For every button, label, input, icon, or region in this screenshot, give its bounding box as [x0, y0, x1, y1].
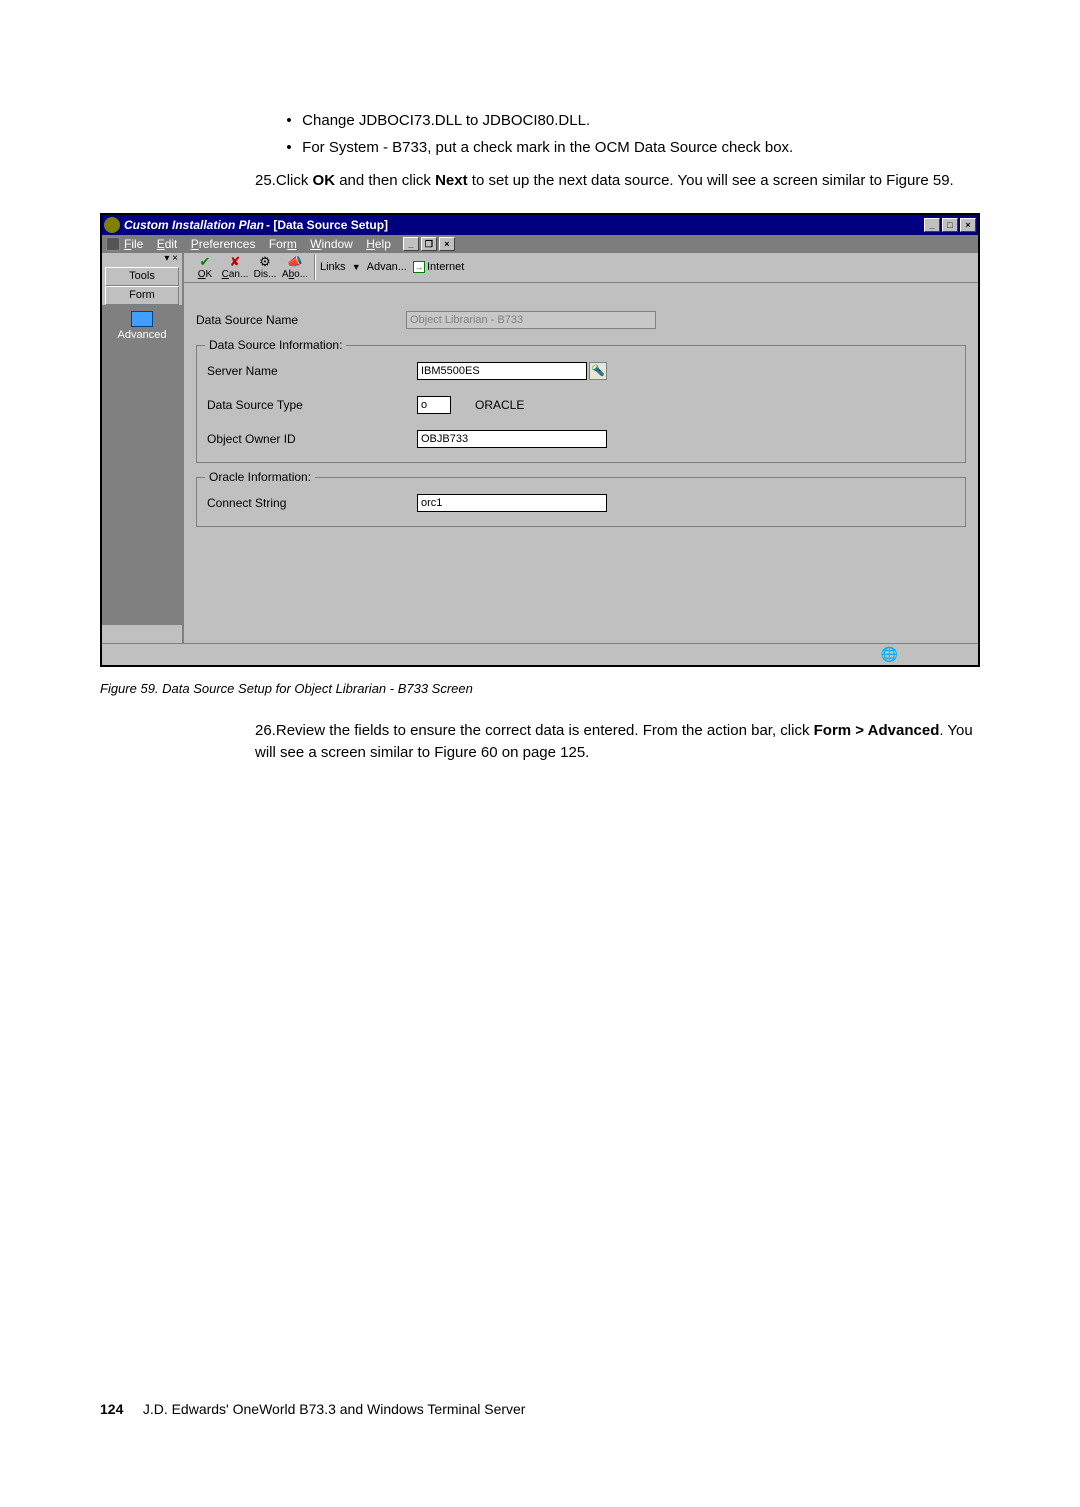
advanced-label[interactable]: Advanced — [102, 329, 182, 341]
status-bar: 🌐 — [102, 643, 978, 665]
connect-string-field[interactable] — [417, 494, 607, 512]
menu-preferences[interactable]: Preferences — [191, 237, 256, 251]
app-icon — [104, 217, 120, 233]
footer-text: J.D. Edwards' OneWorld B73.3 and Windows… — [143, 1401, 526, 1417]
menu-window[interactable]: Window — [310, 237, 353, 251]
menu-bar: File Edit Preferences Form Window Help _… — [102, 235, 978, 253]
close-button[interactable]: × — [960, 218, 976, 232]
data-source-type-name: ORACLE — [475, 398, 524, 412]
data-source-type-label: Data Source Type — [207, 398, 417, 412]
page-footer: 124 J.D. Edwards' OneWorld B73.3 and Win… — [100, 1401, 525, 1417]
page-number: 124 — [100, 1401, 123, 1417]
bullet-text: For System - B733, put a check mark in t… — [302, 139, 793, 156]
menu-edit[interactable]: Edit — [157, 237, 178, 251]
toolbar: ✔ OK ✘ Can... ⚙ Dis... 📣 — [184, 253, 978, 283]
tab-tools[interactable]: Tools — [105, 267, 179, 286]
toolbar-display[interactable]: ⚙ Dis... — [250, 255, 280, 280]
toolbar-about[interactable]: 📣 Abo... — [280, 255, 310, 280]
bullet-list: • Change JDBOCI73.DLL to JDBOCI80.DLL. •… — [280, 110, 980, 158]
step-number: 26. — [255, 722, 276, 739]
mdi-close-button[interactable]: × — [439, 237, 455, 251]
window-title-plain: - [Data Source Setup] — [266, 218, 388, 232]
figure-caption: Figure 59. Data Source Setup for Object … — [100, 681, 980, 696]
menu-form[interactable]: Form — [269, 237, 297, 251]
bullet-text: Change JDBOCI73.DLL to JDBOCI80.DLL. — [302, 112, 590, 129]
step-26: 26.Review the fields to ensure the corre… — [255, 720, 980, 765]
globe-icon: 🌐 — [881, 646, 898, 663]
menu-file[interactable]: File — [124, 237, 143, 251]
bullet-item: • For System - B733, put a check mark in… — [280, 137, 980, 158]
connect-string-label: Connect String — [207, 496, 417, 510]
minimize-button[interactable]: _ — [924, 218, 940, 232]
dsn-label: Data Source Name — [196, 313, 406, 327]
maximize-button[interactable]: □ — [942, 218, 958, 232]
data-source-type-code-field[interactable] — [417, 396, 451, 414]
next-label: Next — [435, 172, 468, 189]
step-number: 25. — [255, 172, 276, 189]
toolbar-divider — [314, 254, 316, 280]
server-name-field[interactable] — [417, 362, 587, 380]
about-icon: 📣 — [280, 255, 310, 269]
right-pane: ✔ OK ✘ Can... ⚙ Dis... 📣 — [184, 253, 978, 643]
step-text: to set up the next data source. You will… — [468, 172, 954, 189]
toolbar-ok[interactable]: ✔ OK — [190, 255, 220, 280]
advanced-panel: Advanced — [102, 305, 182, 625]
step-25: 25.Click OK and then click Next to set u… — [255, 170, 980, 193]
app-window: Custom Installation Plan - [Data Source … — [100, 213, 980, 667]
toolbar-advan[interactable]: Advan... — [367, 261, 407, 273]
toolbar-links[interactable]: Links — [320, 261, 346, 273]
server-name-label: Server Name — [207, 364, 417, 378]
ok-label: OK — [313, 172, 336, 189]
group-legend: Oracle Information: — [205, 470, 315, 484]
mdi-minimize-button[interactable]: _ — [403, 237, 419, 251]
step-text: Click — [276, 172, 313, 189]
bullet-dot: • — [280, 110, 298, 131]
form-content: Data Source Name Data Source Information… — [184, 283, 978, 591]
menu-help[interactable]: Help — [366, 237, 391, 251]
form-advanced-label: Form > Advanced — [814, 722, 940, 739]
chevron-down-icon[interactable]: ▼ — [352, 262, 361, 272]
title-bar[interactable]: Custom Installation Plan - [Data Source … — [102, 215, 978, 235]
dsn-field — [406, 311, 656, 329]
doc-icon — [106, 237, 120, 251]
mdi-restore-button[interactable]: ❐ — [421, 237, 437, 251]
data-source-info-group: Data Source Information: Server Name 🔦 D… — [196, 345, 966, 463]
internet-icon: → — [413, 261, 425, 273]
x-icon: ✘ — [220, 255, 250, 269]
object-owner-label: Object Owner ID — [207, 432, 417, 446]
window-title-italic: Custom Installation Plan — [124, 218, 264, 232]
toolbar-cancel[interactable]: ✘ Can... — [220, 255, 250, 280]
bullet-dot: • — [280, 137, 298, 158]
flashlight-icon[interactable]: 🔦 — [589, 362, 607, 380]
step-text: Review the fields to ensure the correct … — [276, 722, 814, 739]
display-icon: ⚙ — [250, 255, 280, 269]
toolbar-internet[interactable]: Internet — [427, 261, 464, 273]
tab-form[interactable]: Form — [105, 286, 179, 305]
group-legend: Data Source Information: — [205, 338, 346, 352]
left-tab-rail: ▾ × Tools Form Advanced — [102, 253, 184, 643]
advanced-icon[interactable] — [131, 311, 153, 327]
check-icon: ✔ — [190, 255, 220, 269]
object-owner-field[interactable] — [417, 430, 607, 448]
rail-close-controls[interactable]: ▾ × — [102, 253, 182, 267]
bullet-item: • Change JDBOCI73.DLL to JDBOCI80.DLL. — [280, 110, 980, 131]
figure-59: Custom Installation Plan - [Data Source … — [100, 213, 980, 696]
oracle-info-group: Oracle Information: Connect String — [196, 477, 966, 527]
step-text: and then click — [335, 172, 435, 189]
